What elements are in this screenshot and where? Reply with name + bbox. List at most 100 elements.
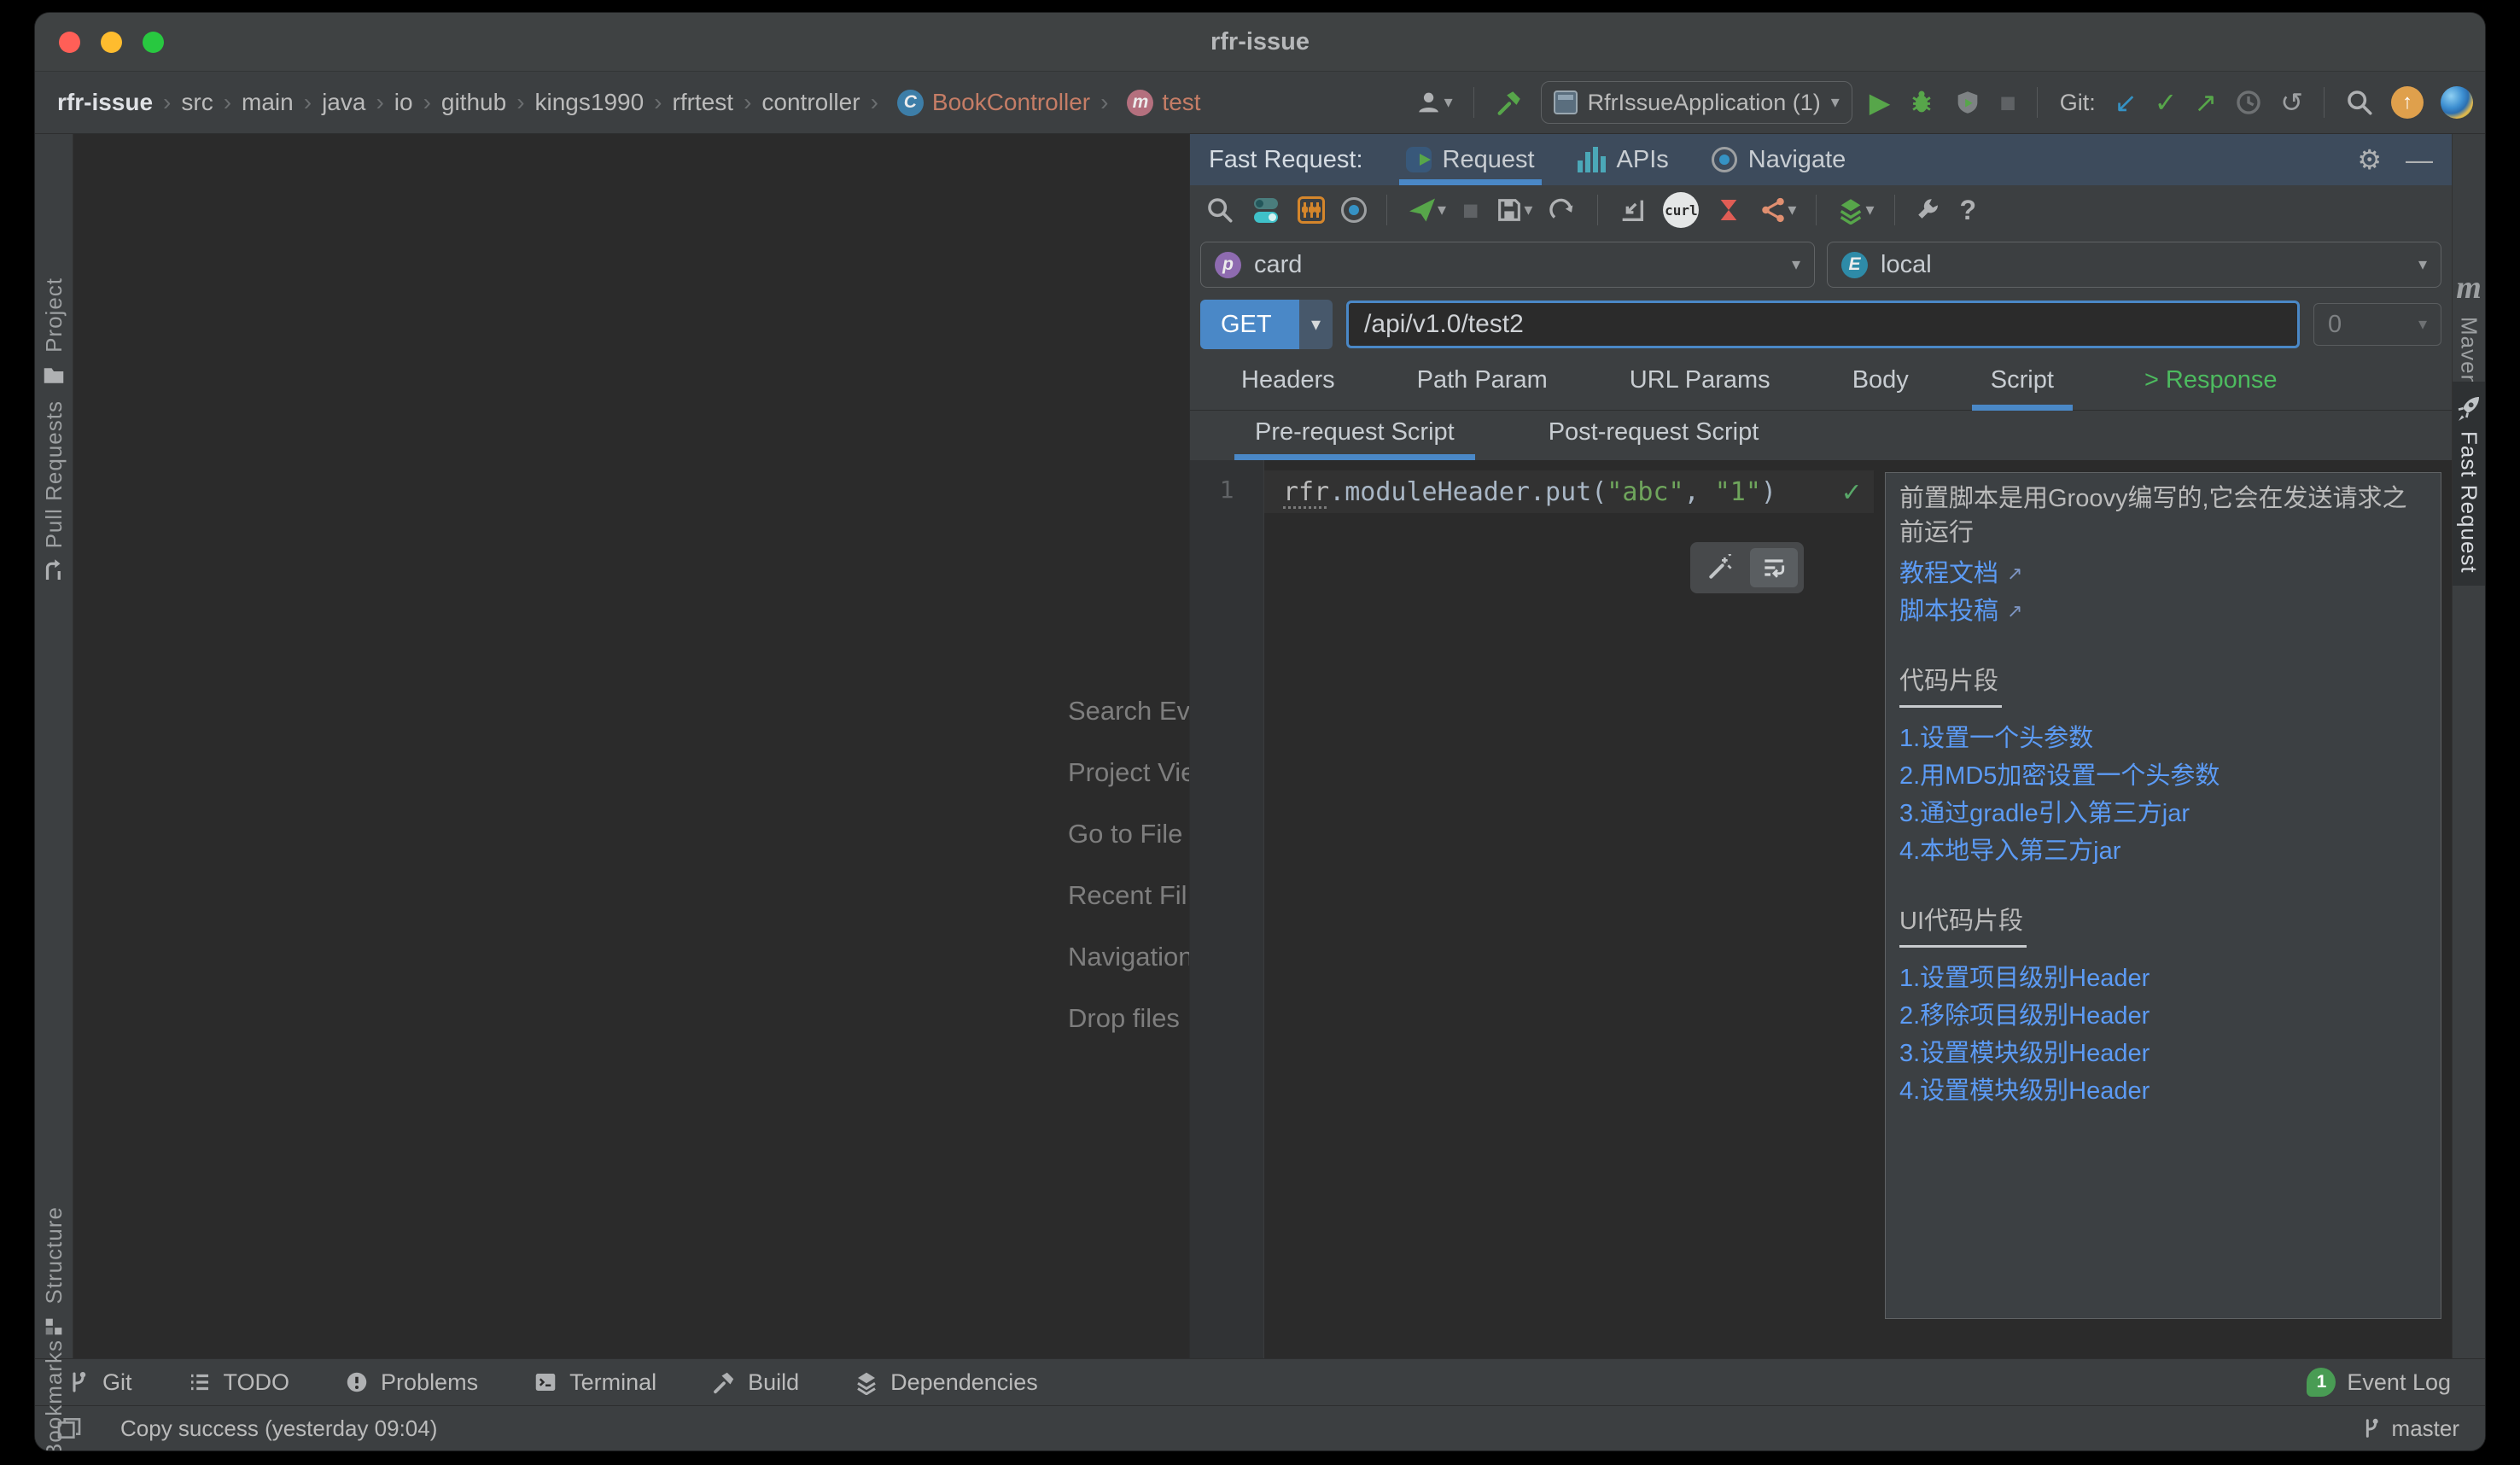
ui-snippet-link[interactable]: 3.设置模块级别Header bbox=[1899, 1035, 2150, 1072]
toolwindow-problems[interactable]: Problems bbox=[344, 1369, 478, 1396]
request-count-select[interactable]: 0 ▾ bbox=[2313, 303, 2441, 346]
breadcrumb-item[interactable]: io bbox=[365, 89, 413, 116]
method-select[interactable]: GET ▾ bbox=[1200, 300, 1333, 349]
project-select[interactable]: p card ▾ bbox=[1200, 242, 1815, 288]
git-update-button[interactable]: ↙ bbox=[2115, 89, 2138, 116]
magic-wand-button[interactable] bbox=[1696, 548, 1744, 587]
tab-response[interactable]: > Response bbox=[2144, 366, 2278, 410]
code-token: , bbox=[1683, 476, 1715, 507]
code-token: .moduleHeader.put( bbox=[1329, 476, 1607, 507]
doc-link-submit-script[interactable]: 脚本投稿 ↗ bbox=[1899, 592, 2022, 630]
toggle-env-icon[interactable] bbox=[1251, 195, 1281, 225]
toolwindow-build[interactable]: Build bbox=[711, 1369, 799, 1396]
toolwindow-project[interactable]: Project bbox=[35, 277, 73, 388]
curl-icon[interactable]: curl bbox=[1663, 192, 1700, 228]
script-code-editor[interactable]: rfr .moduleHeader.put("abc", "1") ✓ bbox=[1264, 460, 1874, 1358]
toolwindow-fast-request[interactable]: Fast Request bbox=[2453, 382, 2485, 586]
breadcrumb-item[interactable]: kings1990 bbox=[506, 89, 645, 116]
url-input[interactable]: /api/v1.0/test2 bbox=[1346, 301, 2300, 348]
bug-icon bbox=[1912, 90, 1932, 113]
breadcrumb-method[interactable]: m test bbox=[1090, 89, 1201, 116]
editor-area[interactable]: Search Ev Project Vie Go to File Recent Fil… bbox=[73, 134, 1189, 1358]
redo-icon[interactable] bbox=[1549, 196, 1578, 225]
search-icon[interactable] bbox=[1205, 196, 1234, 225]
toolwindow-maven[interactable]: m Maven bbox=[2453, 269, 2485, 388]
wrench-icon[interactable] bbox=[1915, 196, 1944, 225]
snippet-link[interactable]: 4.本地导入第三方jar bbox=[1899, 832, 2120, 870]
tab-post-request-script[interactable]: Post-request Script bbox=[1528, 418, 1780, 460]
tab-request[interactable]: Request bbox=[1398, 134, 1542, 185]
run-configuration-select[interactable]: RfrIssueApplication (1) ▾ bbox=[1540, 81, 1852, 124]
search-everywhere-button[interactable] bbox=[2345, 88, 2374, 117]
git-commit-button[interactable]: ✓ bbox=[2155, 89, 2178, 116]
toolwindow-todo[interactable]: TODO bbox=[187, 1369, 289, 1396]
toolwindow-dependencies[interactable]: Dependencies bbox=[854, 1369, 1038, 1396]
stack-layers-icon[interactable]: ▾ bbox=[1836, 196, 1875, 225]
ui-snippet-link[interactable]: 2.移除项目级别Header bbox=[1899, 997, 2150, 1035]
title-bar: rfr-issue bbox=[35, 13, 2485, 71]
history-button[interactable] bbox=[2234, 88, 2263, 117]
request-url-row: GET ▾ /api/v1.0/test2 0 ▾ bbox=[1190, 291, 2452, 358]
close-window-button[interactable] bbox=[59, 31, 80, 53]
toolwindow-pull-requests[interactable]: Pull Requests bbox=[35, 400, 73, 584]
breadcrumb-item[interactable]: rfrtest bbox=[644, 89, 734, 116]
line-check-icon: ✓ bbox=[1842, 475, 1860, 509]
tab-url-params[interactable]: URL Params bbox=[1630, 366, 1770, 410]
run-with-coverage-button[interactable] bbox=[1953, 88, 1982, 117]
profile-button[interactable]: ▾ bbox=[1415, 88, 1453, 117]
tab-apis[interactable]: APIs bbox=[1577, 134, 1669, 185]
snippet-link[interactable]: 1.设置一个头参数 bbox=[1899, 720, 2093, 757]
toolwindow-bookmarks[interactable]: Bookmarks bbox=[35, 1340, 73, 1450]
tab-path-param[interactable]: Path Param bbox=[1417, 366, 1548, 410]
breadcrumb-item[interactable]: rfr-issue bbox=[57, 89, 153, 116]
hide-panel-icon[interactable]: — bbox=[2406, 146, 2433, 173]
environment-select[interactable]: E local ▾ bbox=[1827, 242, 2441, 288]
tab-navigate[interactable]: Navigate bbox=[1711, 134, 1846, 185]
breadcrumb-item[interactable]: src bbox=[153, 89, 213, 116]
breadcrumb-item[interactable]: java bbox=[294, 89, 365, 116]
soft-wrap-button[interactable] bbox=[1750, 548, 1798, 587]
toolwindow-structure[interactable]: Structure bbox=[35, 1206, 73, 1339]
import-icon[interactable] bbox=[1618, 196, 1647, 225]
git-label: Git: bbox=[2059, 89, 2096, 115]
stop-request-button[interactable]: ■ bbox=[1462, 196, 1479, 224]
ui-snippet-link[interactable]: 1.设置项目级别Header bbox=[1899, 960, 2150, 997]
snippet-link[interactable]: 3.通过gradle引入第三方jar bbox=[1899, 795, 2190, 832]
tab-pre-request-script[interactable]: Pre-request Script bbox=[1234, 418, 1475, 460]
tab-headers[interactable]: Headers bbox=[1241, 366, 1335, 410]
breadcrumb-item[interactable]: controller bbox=[733, 89, 860, 116]
send-request-button[interactable]: ▾ bbox=[1407, 195, 1446, 225]
code-line[interactable]: rfr .moduleHeader.put("abc", "1") ✓ bbox=[1264, 470, 1874, 513]
tab-body[interactable]: Body bbox=[1852, 366, 1909, 410]
timeout-hourglass-icon[interactable] bbox=[1715, 196, 1742, 225]
minimize-window-button[interactable] bbox=[101, 31, 122, 53]
locate-api-icon[interactable] bbox=[1341, 197, 1367, 223]
gradle-sphere-icon[interactable] bbox=[2441, 86, 2473, 119]
help-icon[interactable]: ? bbox=[1960, 195, 1977, 226]
zoom-window-button[interactable] bbox=[143, 31, 164, 53]
breadcrumb-class[interactable]: C BookController bbox=[860, 89, 1090, 116]
build-project-button[interactable] bbox=[1495, 88, 1524, 117]
snippet-link[interactable]: 2.用MD5加密设置一个头参数 bbox=[1899, 757, 2220, 795]
save-request-button[interactable]: ▾ bbox=[1495, 196, 1532, 225]
share-icon[interactable]: ▾ bbox=[1759, 196, 1796, 225]
ui-snippet-link[interactable]: 4.设置模块级别Header bbox=[1899, 1072, 2150, 1110]
breadcrumb-item[interactable]: github bbox=[413, 89, 506, 116]
settings-gear-icon[interactable]: ⚙ bbox=[2357, 146, 2382, 173]
run-button[interactable]: ▶ bbox=[1870, 89, 1891, 116]
git-branch-widget[interactable]: master bbox=[2360, 1415, 2459, 1442]
debug-button[interactable] bbox=[1907, 88, 1936, 117]
rollback-button[interactable]: ↺ bbox=[2280, 89, 2303, 116]
git-push-button[interactable]: ↗ bbox=[2194, 89, 2217, 116]
event-log-button[interactable]: 1 Event Log bbox=[2307, 1368, 2451, 1397]
breadcrumb-item[interactable]: main bbox=[213, 89, 294, 116]
filter-settings-icon[interactable] bbox=[1298, 196, 1325, 224]
stop-button[interactable]: ■ bbox=[1999, 89, 2015, 116]
right-tool-stripe: m Maven Fast Request bbox=[2452, 134, 2485, 1358]
tab-script[interactable]: Script bbox=[1971, 366, 2074, 411]
ide-update-icon[interactable]: ↑ bbox=[2391, 86, 2424, 119]
toolwindow-git[interactable]: Git bbox=[66, 1369, 132, 1396]
folder-icon bbox=[44, 368, 64, 383]
toolwindow-terminal[interactable]: Terminal bbox=[533, 1369, 656, 1396]
doc-link-tutorial[interactable]: 教程文档 ↗ bbox=[1899, 555, 2022, 592]
